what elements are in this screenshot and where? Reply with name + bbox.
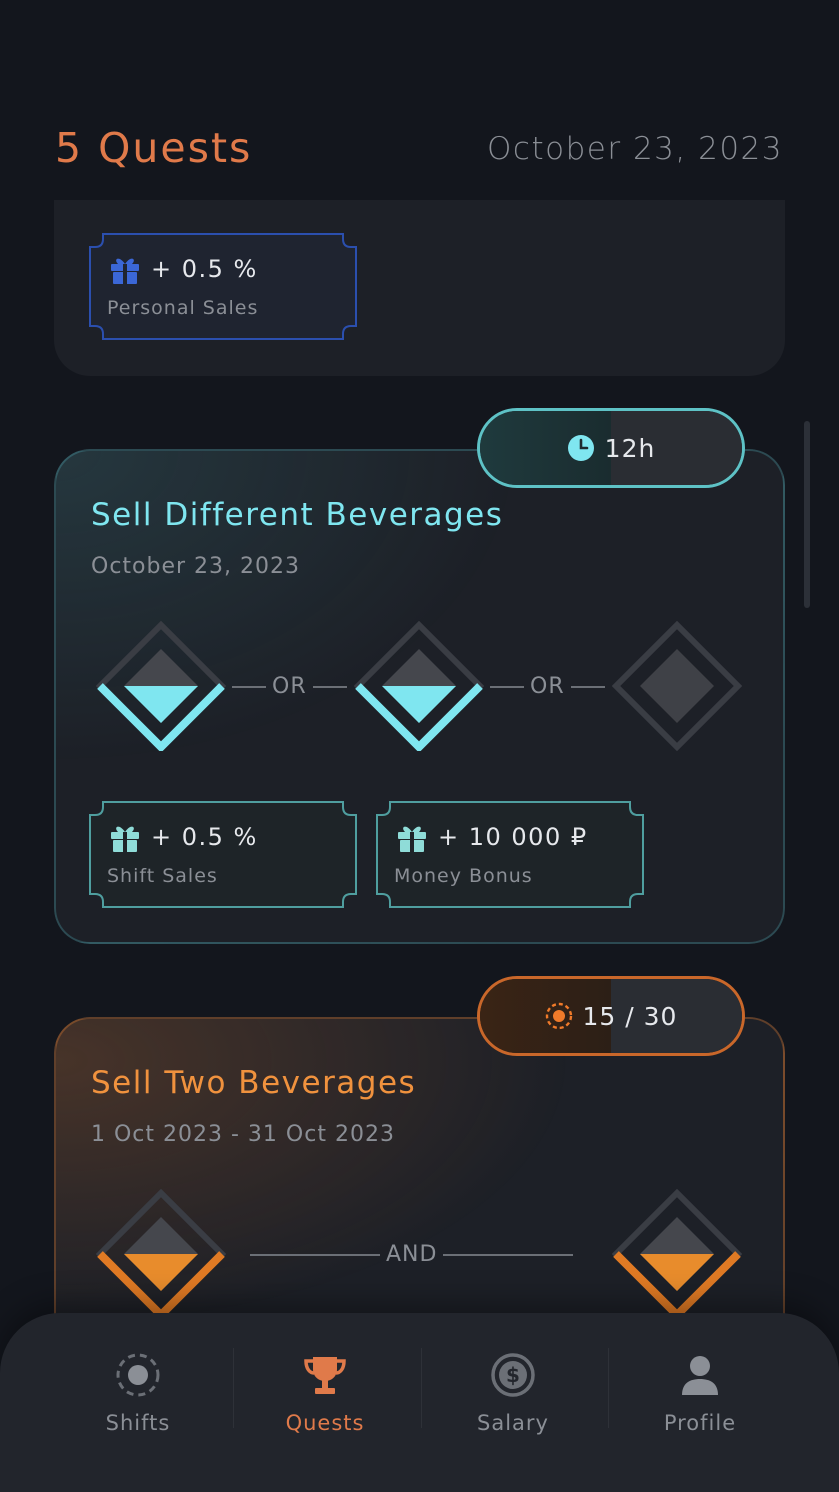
dollar-icon: $ — [491, 1353, 535, 1397]
reward-label: Money Bonus — [394, 865, 533, 887]
tab-label: Quests — [285, 1411, 365, 1435]
reward-personal-sales: + 0.5 % Personal Sales — [89, 233, 357, 340]
reward-label: Shift Sales — [107, 865, 218, 887]
level-diamond-empty — [612, 621, 742, 751]
tab-label: Salary — [477, 1411, 549, 1435]
tab-label: Profile — [663, 1411, 737, 1435]
quest-list[interactable]: + 0.5 % Personal Sales 12h Sell Differen… — [0, 0, 839, 1492]
tab-salary[interactable]: $ Salary — [419, 1313, 607, 1492]
clock-icon — [567, 435, 594, 461]
reward-money-bonus: + 10 000 ₽ Money Bonus — [376, 801, 644, 908]
reward-label: Personal Sales — [107, 297, 259, 319]
scrollbar[interactable] — [804, 421, 810, 608]
reward-frame — [89, 801, 357, 908]
tab-profile[interactable]: Profile — [606, 1313, 794, 1492]
gift-icon — [398, 826, 426, 852]
bottom-tab-bar: Shifts Quests $ Salary Profile — [0, 1313, 839, 1492]
reward-shift-sales: + 0.5 % Shift Sales — [89, 801, 357, 908]
trophy-icon — [304, 1357, 346, 1394]
tab-shifts[interactable]: Shifts — [44, 1313, 232, 1492]
quest-timer-badge: 12h — [477, 408, 745, 488]
reward-amount: + 0.5 % — [151, 823, 258, 851]
quest-title: Sell Two Beverages — [91, 1065, 417, 1101]
timer-value: 12h — [604, 433, 656, 463]
tab-quests[interactable]: Quests — [231, 1313, 419, 1492]
reward-amount: + 10 000 ₽ — [438, 823, 588, 851]
target-icon — [545, 1002, 572, 1030]
reward-amount: + 0.5 % — [151, 255, 258, 283]
quest-date: 1 Oct 2023 - 31 Oct 2023 — [91, 1122, 395, 1147]
separator-and: AND — [250, 1242, 574, 1267]
header-date: October 23, 2023 — [487, 131, 783, 167]
profile-icon — [682, 1356, 718, 1395]
quest-title: Sell Different Beverages — [91, 497, 504, 533]
page-title: 5 Quests — [55, 124, 253, 172]
level-diamond-filled — [354, 621, 484, 751]
header: 5 Quests October 23, 2023 — [0, 0, 839, 200]
level-diamond-filled — [96, 1189, 226, 1319]
level-diamond-filled — [612, 1189, 742, 1319]
progress-value: 15 / 30 — [582, 1001, 678, 1031]
quest-card-sell-different-beverages[interactable]: Sell Different Beverages October 23, 202… — [54, 449, 785, 944]
reward-frame — [376, 801, 644, 908]
separator-or-1: OR — [232, 674, 347, 699]
gift-icon — [111, 826, 139, 852]
tab-label: Shifts — [105, 1411, 171, 1435]
quest-date: October 23, 2023 — [91, 554, 301, 579]
quest-progress-badge: 15 / 30 — [477, 976, 745, 1056]
reward-frame — [89, 233, 357, 340]
gift-icon — [111, 258, 139, 284]
svg-text:$: $ — [506, 1363, 520, 1387]
shifts-icon — [116, 1353, 160, 1397]
level-diamond-filled — [96, 621, 226, 751]
separator-or-2: OR — [490, 674, 605, 699]
